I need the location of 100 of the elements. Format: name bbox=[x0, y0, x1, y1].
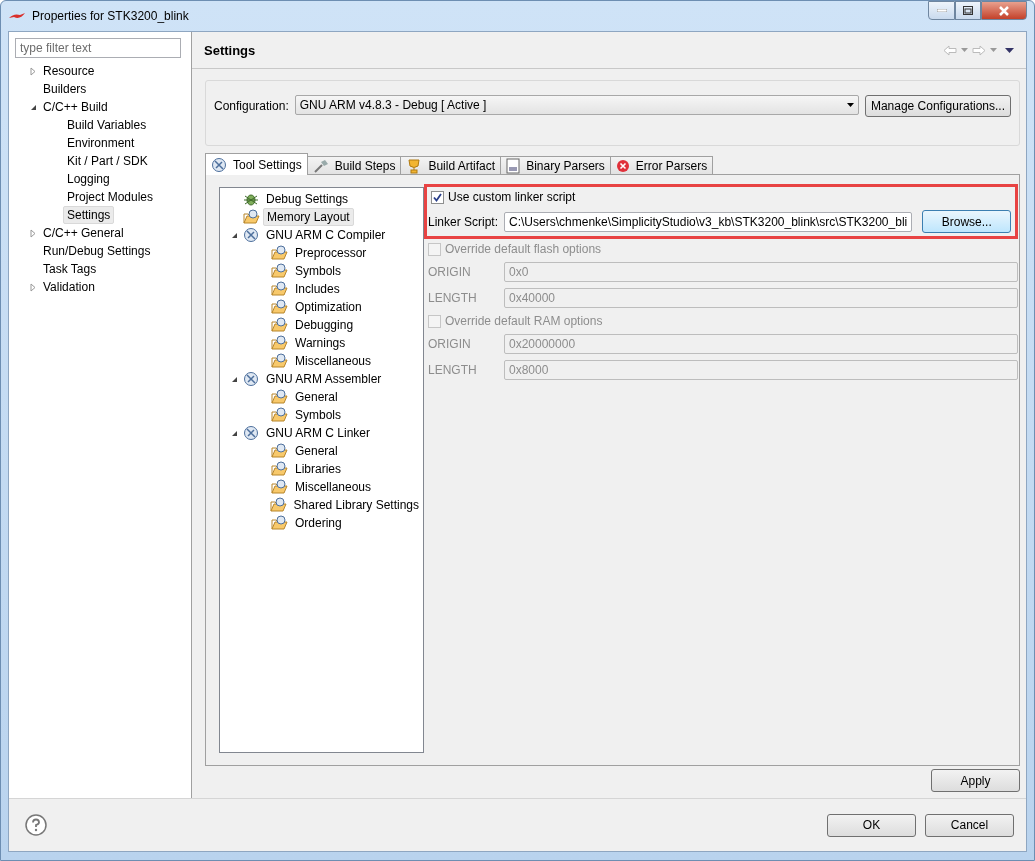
field-label: LENGTH bbox=[428, 291, 478, 305]
folder-icon bbox=[271, 479, 288, 495]
folder-icon bbox=[271, 335, 288, 351]
bug-icon bbox=[243, 191, 259, 207]
tree-item[interactable]: General bbox=[291, 388, 342, 406]
tab-label: Build Artifact bbox=[428, 158, 496, 173]
tree-item[interactable]: Debug Settings bbox=[262, 190, 353, 208]
apply-button[interactable]: Apply bbox=[931, 769, 1020, 792]
ok-button[interactable]: OK bbox=[827, 813, 916, 837]
field-label: ORIGIN bbox=[428, 337, 472, 351]
checkbox-label: Override default flash options bbox=[445, 242, 602, 256]
app-logo-icon bbox=[8, 11, 26, 21]
folder-icon bbox=[271, 389, 288, 405]
tree-item[interactable]: Settings bbox=[63, 206, 115, 224]
folder-icon bbox=[271, 515, 288, 531]
error-icon bbox=[615, 158, 630, 173]
tree-item[interactable]: Run/Debug Settings bbox=[39, 242, 155, 260]
tree-item[interactable]: Build Variables bbox=[63, 116, 151, 134]
expanded-arrow-icon[interactable] bbox=[230, 231, 238, 239]
tree-item[interactable]: Environment bbox=[63, 134, 139, 152]
hammer-icon bbox=[312, 157, 329, 174]
filter-field[interactable]: type filter text bbox=[15, 38, 181, 58]
linker-script-field[interactable]: C:\Users\chmenke\SimplicityStudio\v3_kb\STK3200_blink\src\STK3200_bli bbox=[504, 211, 913, 232]
dropdown-caret-icon bbox=[846, 103, 854, 107]
expanded-arrow-icon[interactable] bbox=[230, 375, 238, 383]
field-label: ORIGIN bbox=[428, 265, 472, 279]
checkbox-label: Override default RAM options bbox=[445, 314, 603, 328]
tree-item[interactable]: Includes bbox=[291, 280, 344, 298]
maximize-button[interactable] bbox=[955, 1, 981, 20]
tree-item[interactable]: Memory Layout bbox=[263, 208, 354, 226]
tab[interactable]: Binary Parsers bbox=[500, 156, 611, 175]
window-title: Properties for STK3200_blink bbox=[32, 9, 189, 23]
tree-item[interactable]: Kit / Part / SDK bbox=[63, 152, 152, 170]
expanded-arrow-icon[interactable] bbox=[230, 429, 238, 437]
tree-item[interactable]: GNU ARM C Compiler bbox=[262, 226, 390, 244]
field-label: LENGTH bbox=[428, 363, 478, 377]
expanded-arrow-icon[interactable] bbox=[29, 103, 37, 111]
tree-item[interactable]: Debugging bbox=[291, 316, 358, 334]
tree-item[interactable]: Task Tags bbox=[39, 260, 101, 278]
checkbox[interactable] bbox=[431, 190, 444, 204]
cancel-button[interactable]: Cancel bbox=[925, 813, 1014, 837]
tree-item[interactable]: GNU ARM Assembler bbox=[262, 370, 386, 388]
configuration-label: Configuration: bbox=[214, 99, 289, 113]
tree-item[interactable]: Preprocessor bbox=[291, 244, 371, 262]
dropdown-caret-icon[interactable] bbox=[990, 48, 997, 52]
tree-item[interactable]: Resource bbox=[39, 62, 99, 80]
tree-item[interactable]: GNU ARM C Linker bbox=[262, 424, 375, 442]
tree-item[interactable]: Logging bbox=[63, 170, 114, 188]
browse-button[interactable]: Browse... bbox=[922, 210, 1012, 233]
collapsed-arrow-icon[interactable] bbox=[30, 66, 36, 76]
restore-icon bbox=[963, 6, 973, 15]
value-field: 0x0 bbox=[504, 262, 1019, 282]
tree-item[interactable]: Builders bbox=[39, 80, 91, 98]
folder-icon bbox=[271, 461, 288, 477]
folder-icon bbox=[270, 497, 287, 513]
tab-label: Tool Settings bbox=[233, 157, 302, 172]
manage-configurations-button[interactable]: Manage Configurations... bbox=[864, 95, 1011, 117]
folder-icon bbox=[271, 299, 288, 315]
tree-item[interactable]: Validation bbox=[39, 278, 99, 296]
help-icon[interactable] bbox=[25, 814, 47, 836]
tree-item[interactable]: Project Modules bbox=[63, 188, 158, 206]
tree-item[interactable]: Optimization bbox=[291, 298, 366, 316]
folder-icon bbox=[271, 245, 288, 261]
folder-icon bbox=[271, 407, 288, 423]
value-field: 0x8000 bbox=[504, 360, 1019, 380]
page-title: Settings bbox=[204, 42, 256, 58]
tab[interactable]: Build Steps bbox=[306, 156, 402, 175]
checkbox-label: Use custom linker script bbox=[448, 190, 576, 204]
trophy-icon bbox=[406, 157, 423, 174]
binary-file-icon bbox=[506, 157, 521, 174]
value-field: 0x20000000 bbox=[504, 334, 1019, 354]
close-button[interactable] bbox=[981, 1, 1027, 20]
tree-item[interactable]: Warnings bbox=[291, 334, 350, 352]
folder-icon bbox=[271, 317, 288, 333]
close-icon bbox=[998, 5, 1010, 16]
tree-item[interactable]: C/C++ Build bbox=[39, 98, 112, 116]
tab-label: Build Steps bbox=[334, 158, 396, 173]
tree-item[interactable]: C/C++ General bbox=[39, 224, 128, 242]
tree-item[interactable]: General bbox=[291, 442, 342, 460]
collapsed-arrow-icon[interactable] bbox=[30, 282, 36, 292]
tab-label: Error Parsers bbox=[635, 158, 708, 173]
view-menu-icon[interactable] bbox=[1005, 47, 1014, 53]
folder-icon bbox=[271, 263, 288, 279]
collapsed-arrow-icon[interactable] bbox=[30, 228, 36, 238]
configuration-dropdown[interactable]: GNU ARM v4.8.3 - Debug [ Active ] bbox=[294, 95, 859, 115]
dropdown-caret-icon[interactable] bbox=[961, 48, 968, 52]
tree-item[interactable]: Symbols bbox=[291, 406, 345, 424]
tree-item[interactable]: Ordering bbox=[291, 514, 346, 532]
tab[interactable]: Error Parsers bbox=[609, 156, 714, 175]
minimize-icon bbox=[936, 9, 947, 12]
folder-icon bbox=[271, 353, 288, 369]
tree-item[interactable]: Miscellaneous bbox=[291, 352, 376, 370]
tab[interactable]: Build Artifact bbox=[400, 156, 502, 175]
tree-item[interactable]: Libraries bbox=[291, 460, 346, 478]
value-field: 0x40000 bbox=[504, 288, 1019, 308]
tree-item[interactable]: Miscellaneous bbox=[291, 478, 376, 496]
tab[interactable]: Tool Settings bbox=[205, 153, 308, 175]
tree-item[interactable]: Symbols bbox=[291, 262, 345, 280]
tree-item[interactable]: Shared Library Settings bbox=[289, 496, 423, 514]
tab-label: Binary Parsers bbox=[526, 158, 605, 173]
